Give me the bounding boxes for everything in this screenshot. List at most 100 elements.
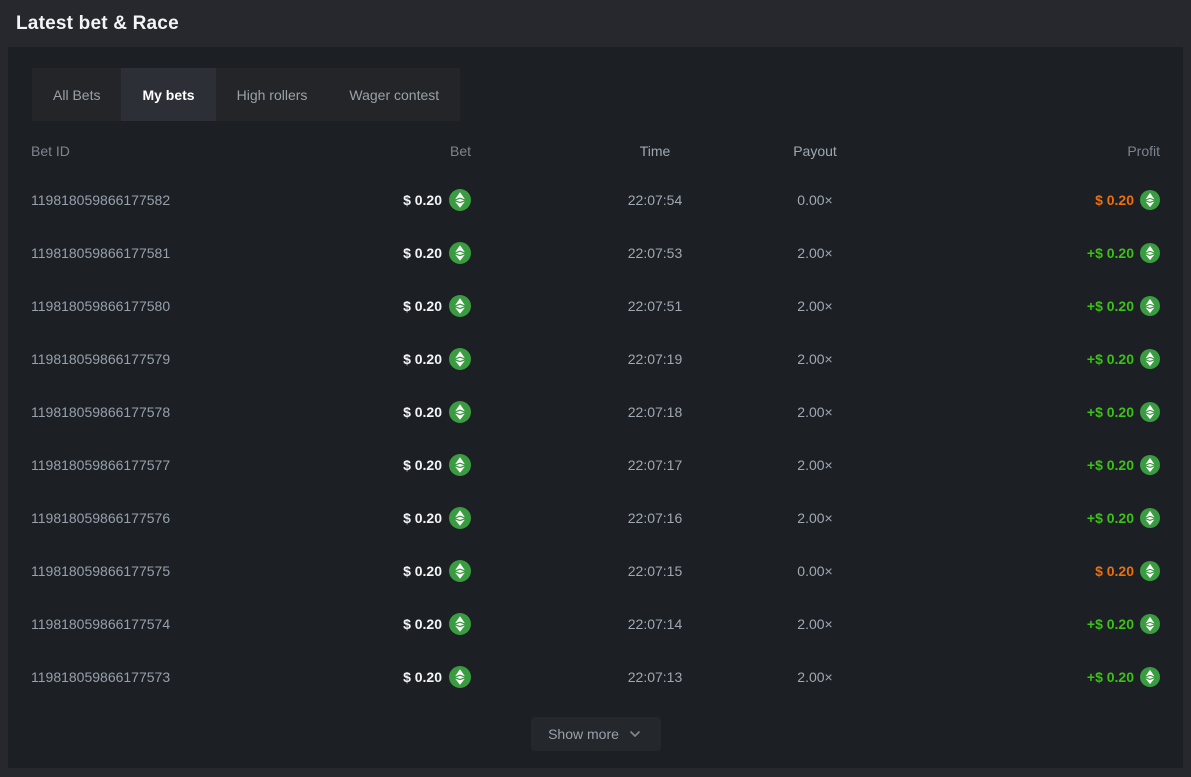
- time-cell: 22:07:19: [555, 351, 755, 367]
- profit-amount: $ 0.20: [1095, 192, 1134, 208]
- profit-amount: $ 0.20: [1095, 563, 1134, 579]
- tab-my-bets[interactable]: My bets: [121, 68, 215, 121]
- show-more-button[interactable]: Show more: [531, 717, 661, 751]
- profit-cell: +$ 0.20: [875, 667, 1160, 687]
- column-header-bet-id: Bet ID: [31, 143, 331, 159]
- time-cell: 22:07:18: [555, 404, 755, 420]
- tab-bar: All Bets My bets High rollers Wager cont…: [32, 68, 460, 121]
- payout-cell: 2.00×: [755, 298, 875, 314]
- profit-amount: +$ 0.20: [1087, 351, 1134, 367]
- bet-amount: $ 0.20: [403, 616, 442, 632]
- bet-amount: $ 0.20: [403, 669, 442, 685]
- payout-cell: 2.00×: [755, 404, 875, 420]
- bet-table-body: 119818059866177582 $ 0.20 22:07:54 0.00×…: [31, 173, 1160, 703]
- bet-cell: $ 0.20: [331, 613, 471, 635]
- table-row: 119818059866177579 $ 0.20 22:07:19 2.00×…: [31, 332, 1160, 385]
- bet-id-cell: 119818059866177577: [31, 457, 331, 473]
- ethereum-classic-coin-icon: [1140, 296, 1160, 316]
- ethereum-classic-coin-icon: [449, 507, 471, 529]
- profit-cell: $ 0.20: [875, 561, 1160, 581]
- profit-amount: +$ 0.20: [1087, 669, 1134, 685]
- profit-cell: +$ 0.20: [875, 508, 1160, 528]
- profit-cell: +$ 0.20: [875, 296, 1160, 316]
- payout-cell: 0.00×: [755, 192, 875, 208]
- profit-cell: +$ 0.20: [875, 455, 1160, 475]
- ethereum-classic-coin-icon: [1140, 667, 1160, 687]
- ethereum-classic-coin-icon: [449, 401, 471, 423]
- show-more-label: Show more: [548, 726, 619, 742]
- bet-cell: $ 0.20: [331, 401, 471, 423]
- time-cell: 22:07:13: [555, 669, 755, 685]
- ethereum-classic-coin-icon: [449, 348, 471, 370]
- bet-amount: $ 0.20: [403, 351, 442, 367]
- chevron-down-icon: [627, 726, 643, 742]
- profit-cell: +$ 0.20: [875, 349, 1160, 369]
- ethereum-classic-coin-icon: [1140, 455, 1160, 475]
- profit-amount: +$ 0.20: [1087, 404, 1134, 420]
- bet-id-cell: 119818059866177578: [31, 404, 331, 420]
- table-row: 119818059866177578 $ 0.20 22:07:18 2.00×…: [31, 385, 1160, 438]
- time-cell: 22:07:17: [555, 457, 755, 473]
- profit-cell: +$ 0.20: [875, 243, 1160, 263]
- tab-wager-contest[interactable]: Wager contest: [328, 68, 460, 121]
- profit-amount: +$ 0.20: [1087, 616, 1134, 632]
- bet-id-cell: 119818059866177582: [31, 192, 331, 208]
- profit-amount: +$ 0.20: [1087, 510, 1134, 526]
- payout-cell: 0.00×: [755, 563, 875, 579]
- profit-cell: $ 0.20: [875, 190, 1160, 210]
- ethereum-classic-coin-icon: [449, 454, 471, 476]
- tab-high-rollers[interactable]: High rollers: [216, 68, 329, 121]
- column-header-payout: Payout: [755, 143, 875, 159]
- column-header-profit: Profit: [875, 143, 1160, 159]
- table-row: 119818059866177573 $ 0.20 22:07:13 2.00×…: [31, 650, 1160, 703]
- column-header-bet: Bet: [331, 143, 471, 159]
- bet-amount: $ 0.20: [403, 404, 442, 420]
- bet-id-cell: 119818059866177581: [31, 245, 331, 261]
- bet-cell: $ 0.20: [331, 295, 471, 317]
- bet-amount: $ 0.20: [403, 457, 442, 473]
- payout-cell: 2.00×: [755, 616, 875, 632]
- ethereum-classic-coin-icon: [449, 560, 471, 582]
- section-header: Latest bet & Race: [0, 0, 1191, 47]
- table-row: 119818059866177574 $ 0.20 22:07:14 2.00×…: [31, 597, 1160, 650]
- bet-cell: $ 0.20: [331, 348, 471, 370]
- payout-cell: 2.00×: [755, 510, 875, 526]
- bet-id-cell: 119818059866177573: [31, 669, 331, 685]
- bet-id-cell: 119818059866177574: [31, 616, 331, 632]
- payout-cell: 2.00×: [755, 245, 875, 261]
- time-cell: 22:07:16: [555, 510, 755, 526]
- bet-amount: $ 0.20: [403, 563, 442, 579]
- bet-amount: $ 0.20: [403, 298, 442, 314]
- bet-id-cell: 119818059866177575: [31, 563, 331, 579]
- table-row: 119818059866177576 $ 0.20 22:07:16 2.00×…: [31, 491, 1160, 544]
- ethereum-classic-coin-icon: [1140, 614, 1160, 634]
- bet-cell: $ 0.20: [331, 189, 471, 211]
- bet-amount: $ 0.20: [403, 510, 442, 526]
- bet-cell: $ 0.20: [331, 507, 471, 529]
- bet-cell: $ 0.20: [331, 560, 471, 582]
- time-cell: 22:07:54: [555, 192, 755, 208]
- payout-cell: 2.00×: [755, 351, 875, 367]
- latest-bet-panel: All Bets My bets High rollers Wager cont…: [8, 47, 1183, 768]
- profit-cell: +$ 0.20: [875, 614, 1160, 634]
- bet-amount: $ 0.20: [403, 245, 442, 261]
- bet-id-cell: 119818059866177576: [31, 510, 331, 526]
- ethereum-classic-coin-icon: [449, 295, 471, 317]
- bet-cell: $ 0.20: [331, 242, 471, 264]
- ethereum-classic-coin-icon: [1140, 190, 1160, 210]
- table-row: 119818059866177581 $ 0.20 22:07:53 2.00×…: [31, 226, 1160, 279]
- table-row: 119818059866177580 $ 0.20 22:07:51 2.00×…: [31, 279, 1160, 332]
- bet-id-cell: 119818059866177579: [31, 351, 331, 367]
- bet-id-cell: 119818059866177580: [31, 298, 331, 314]
- table-row: 119818059866177577 $ 0.20 22:07:17 2.00×…: [31, 438, 1160, 491]
- ethereum-classic-coin-icon: [449, 242, 471, 264]
- ethereum-classic-coin-icon: [1140, 349, 1160, 369]
- bet-cell: $ 0.20: [331, 454, 471, 476]
- profit-amount: +$ 0.20: [1087, 457, 1134, 473]
- ethereum-classic-coin-icon: [449, 666, 471, 688]
- bet-cell: $ 0.20: [331, 666, 471, 688]
- page-title: Latest bet & Race: [16, 13, 179, 35]
- payout-cell: 2.00×: [755, 669, 875, 685]
- tab-all-bets[interactable]: All Bets: [32, 68, 121, 121]
- ethereum-classic-coin-icon: [1140, 243, 1160, 263]
